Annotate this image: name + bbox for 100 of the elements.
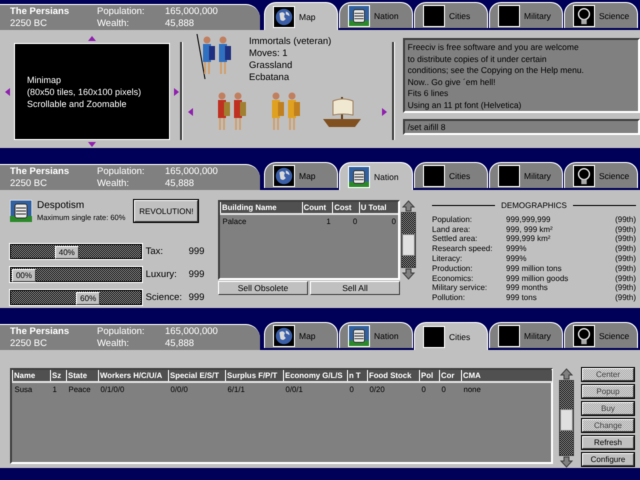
unit-info-text: Immortals (veteran) (248, 36, 332, 48)
tab[interactable]: Nation (339, 162, 413, 190)
tab[interactable]: Science (564, 2, 638, 28)
demographic-value: 999% (506, 244, 528, 254)
tab[interactable]: Cities (414, 2, 488, 28)
demographic-value: 999 months (506, 283, 549, 294)
message-text: Using an 11 pt font (Helvetica) (408, 100, 522, 111)
demographics-title: DEMOGRAPHICS (501, 201, 567, 211)
tab[interactable]: Nation (339, 322, 413, 348)
message-text: Fits 6 lines (408, 88, 450, 100)
minimap[interactable]: Minimap (80x50 tiles, 160x100 pixels) Scrollable and Zoomable (14, 43, 170, 140)
demographic-label: Literacy: (432, 254, 464, 264)
tab[interactable]: Military (489, 322, 563, 348)
scroll-thumb[interactable] (560, 409, 573, 432)
wealth-label: Wealth: (97, 18, 130, 30)
arrow-left-icon (4, 88, 12, 96)
demographic-value: 999,999 km² (506, 234, 552, 244)
demographic-value: 999, 999 km² (506, 224, 554, 234)
rate-slider[interactable]: 60% (10, 290, 142, 305)
arrow-right-icon (380, 108, 388, 116)
blank-icon (423, 326, 445, 348)
tab[interactable]: Science (564, 322, 638, 348)
demographic-rank: (99th) (615, 234, 636, 244)
rate-value: 999 (188, 292, 206, 303)
tab[interactable]: Military (489, 2, 563, 28)
wealth-label: Wealth: (97, 178, 130, 190)
unit-info-text: Moves: 1 (248, 48, 289, 60)
nation-name: The Persians (10, 6, 70, 18)
message-text: Now.. Go give ´em hell! (408, 76, 497, 88)
slider-thumb[interactable]: 60% (76, 292, 100, 305)
action-button[interactable]: Refresh (582, 436, 634, 449)
blank-icon (498, 4, 520, 26)
sell-obsolete-button[interactable]: Sell Obsolete (218, 281, 308, 295)
sell-all-button[interactable]: Sell All (310, 281, 400, 295)
nation-name: The Persians (10, 326, 70, 338)
tab[interactable]: Science (564, 162, 638, 188)
light-bulb-icon (573, 324, 595, 346)
arrow-up-icon (88, 34, 96, 42)
light-bulb-icon (573, 4, 595, 26)
wealth-value: 45,888 (165, 178, 196, 190)
tab[interactable]: Map (264, 2, 338, 30)
arrow-right-icon (172, 88, 180, 96)
demographic-rank: (99th) (615, 244, 636, 254)
blank-icon (423, 164, 445, 186)
demographic-label: Economics: (432, 274, 474, 284)
year-text: 2250 BC (10, 178, 48, 190)
demographic-value: 999 million tons (506, 264, 563, 274)
unit-info-text: Grassland (248, 60, 294, 72)
scroll-down-icon (560, 456, 573, 468)
tab[interactable]: Cities (414, 322, 488, 350)
slider-thumb[interactable]: 40% (54, 246, 79, 259)
population-value: 165,000,000 (165, 6, 219, 18)
demographic-rank: (99th) (615, 254, 636, 264)
arrow-left-icon (186, 108, 195, 116)
blank-icon (498, 164, 520, 186)
demographic-rank: (99th) (615, 224, 636, 234)
tab[interactable]: Map (264, 162, 338, 188)
tab[interactable]: Map (264, 322, 338, 348)
demographic-label: Land area: (432, 224, 472, 234)
message-text: conditions; see the Copying on the Help menu. (408, 65, 585, 76)
demographic-value: 999% (506, 254, 528, 264)
rate-slider[interactable]: 40% (10, 244, 142, 259)
demographic-label: Research speed: (432, 244, 494, 254)
demographic-value: 999 million goods (506, 274, 570, 284)
scroll-up-icon (560, 368, 573, 380)
message-text: Freeciv is free software and you are welcome (408, 42, 580, 54)
action-button[interactable]: Configure (582, 453, 634, 466)
revolution-button[interactable]: REVOLUTION! (134, 200, 198, 222)
tab[interactable]: Nation (339, 2, 413, 28)
demographic-rank: (99th) (615, 264, 636, 274)
demographic-label: Military service: (432, 283, 488, 294)
arrow-down-icon (88, 141, 96, 149)
globe-icon (273, 164, 295, 186)
tab[interactable]: Cities (414, 162, 488, 188)
minimap-text: Scrollable and Zoomable (27, 98, 128, 110)
demographic-rank: (99th) (615, 283, 636, 294)
rate-label: Luxury: (146, 269, 178, 280)
wealth-value: 45,888 (165, 338, 196, 350)
population-label: Population: (97, 326, 146, 338)
demographic-rank: (99th) (615, 293, 636, 303)
light-bulb-icon (573, 164, 595, 186)
rate-label: Science: (146, 292, 184, 303)
rate-value: 999 (188, 269, 206, 280)
globe-icon (273, 324, 295, 346)
demographic-label: Population: (432, 214, 474, 225)
message-text: to distribute copies of it under certain (408, 54, 548, 65)
population-label: Population: (97, 166, 146, 178)
slider-thumb[interactable]: 00% (12, 269, 36, 282)
command-input[interactable]: /set aifill 8 (402, 119, 640, 135)
year-text: 2250 BC (10, 18, 48, 30)
rate-slider[interactable]: 00% (10, 267, 142, 282)
year-text: 2250 BC (10, 338, 48, 350)
population-value: 165,000,000 (165, 166, 219, 178)
demographic-rank: (99th) (615, 274, 636, 284)
blank-icon (498, 324, 520, 346)
tab[interactable]: Military (489, 162, 563, 188)
nation-name: The Persians (10, 166, 70, 178)
demographic-label: Production: (432, 264, 474, 274)
demographic-rank: (99th) (615, 214, 636, 225)
scroll-thumb[interactable] (402, 234, 415, 256)
